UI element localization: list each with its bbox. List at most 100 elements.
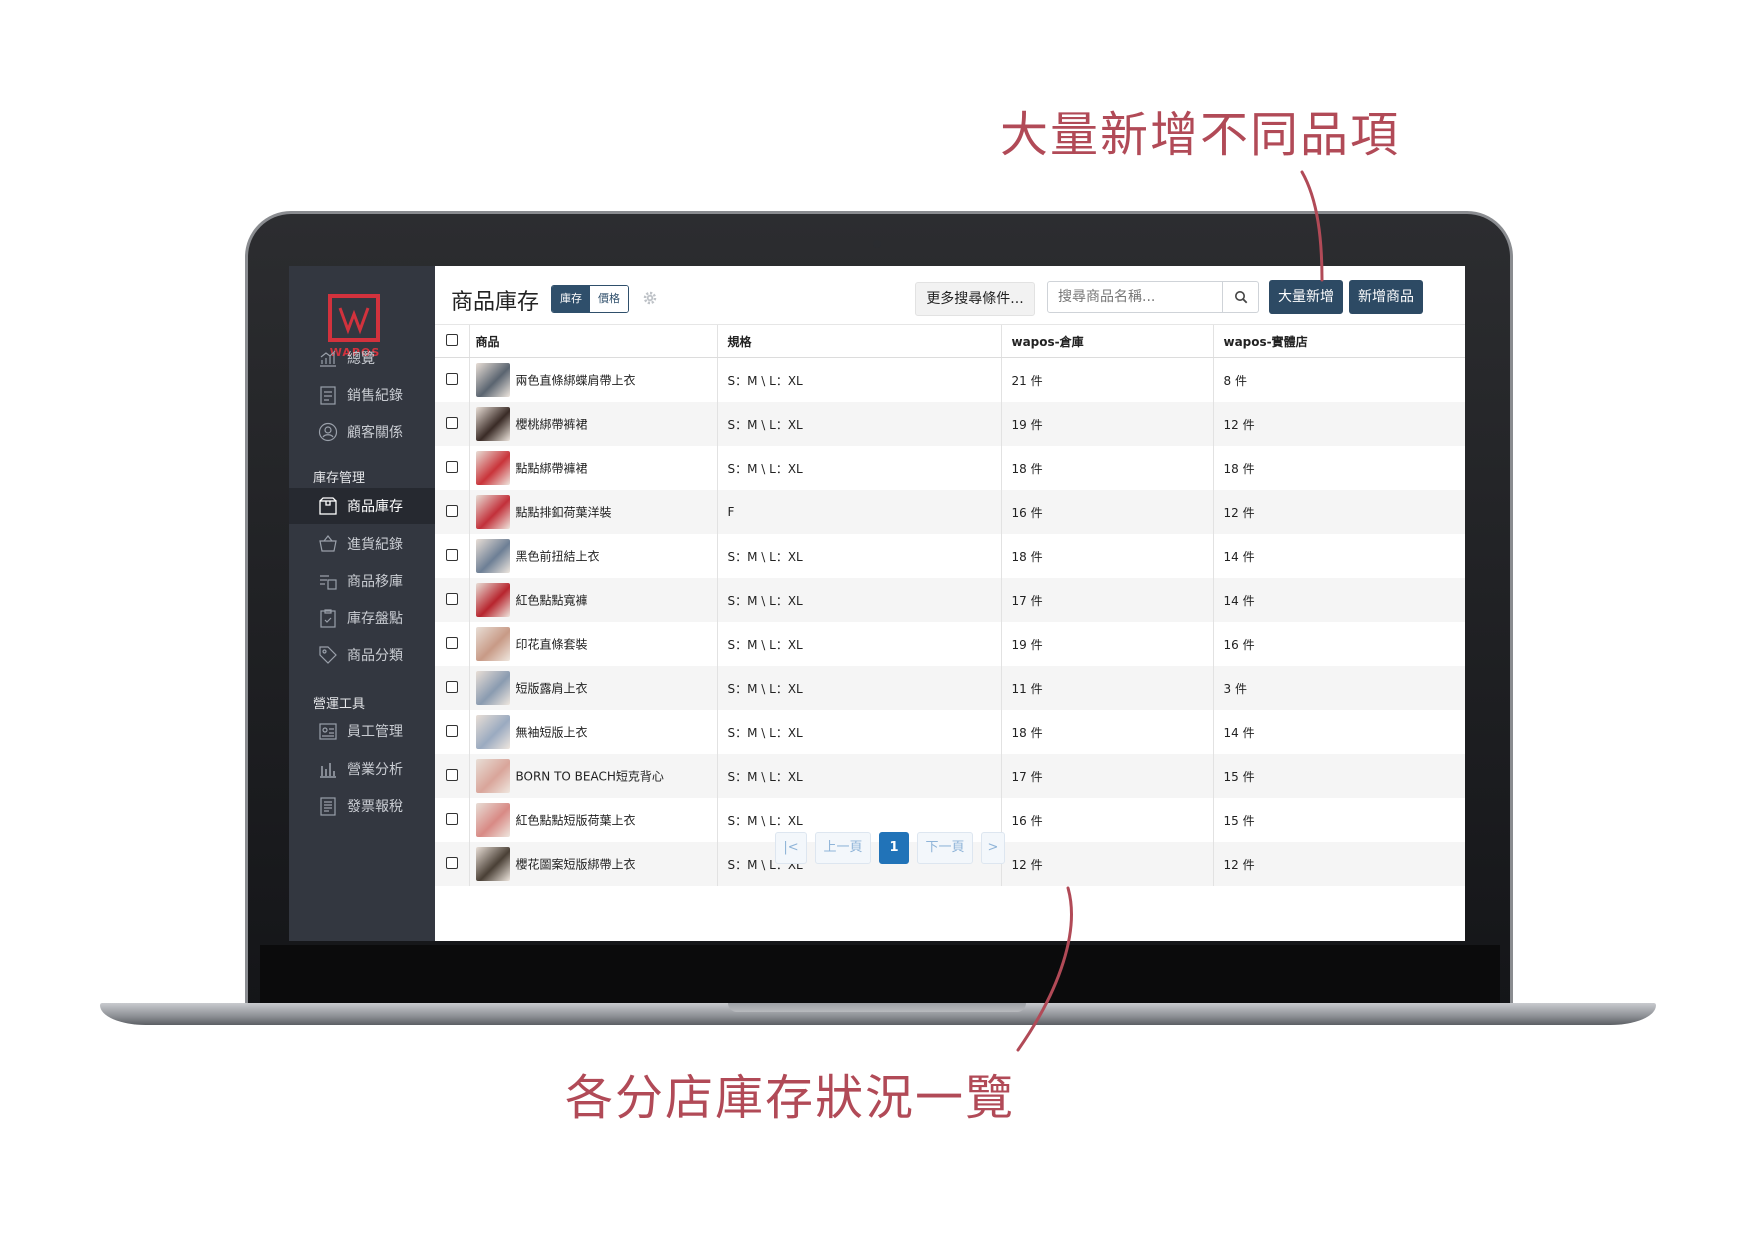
store-stock: 14 件 <box>1212 710 1465 754</box>
row-checkbox[interactable] <box>445 372 458 385</box>
warehouse-stock: 21 件 <box>1000 357 1213 402</box>
app-screen: WAPOS 總覽 銷售紀錄 顧客關係 庫存管理 商品庫存 進貨紀錄 商品移庫 庫… <box>289 266 1465 941</box>
bulk-add-annotation: 大量新增不同品項 <box>1000 107 1401 163</box>
table-row[interactable]: BORN TO BEACH短克背心 S：M \ L：XL 17 件 15 件 <box>435 754 1465 798</box>
sidebar-item-category[interactable]: 商品分類 <box>289 637 435 673</box>
sidebar-item-customers[interactable]: 顧客關係 <box>289 414 435 450</box>
product-name[interactable]: 短版露肩上衣 <box>516 682 588 696</box>
sidebar-item-purchase[interactable]: 進貨紀錄 <box>289 526 435 562</box>
sidebar-item-product-stock[interactable]: 商品庫存 <box>289 488 435 524</box>
sidebar-item-label: 商品移庫 <box>347 574 403 590</box>
warehouse-stock: 16 件 <box>1000 490 1213 534</box>
store-stock: 18 件 <box>1212 446 1465 490</box>
customer-icon <box>318 422 338 442</box>
transfer-icon <box>320 575 337 590</box>
row-checkbox[interactable] <box>445 548 458 561</box>
table-row[interactable]: 短版露肩上衣 S：M \ L：XL 11 件3 件 <box>435 666 1465 710</box>
row-checkbox[interactable] <box>445 724 458 737</box>
gear-icon[interactable] <box>642 290 658 306</box>
table-row[interactable]: 兩色直條綁蝶肩帶上衣 S：M \ L：XL 21 件8 件 <box>435 357 1465 402</box>
warehouse-stock: 11 件 <box>1000 666 1213 710</box>
warehouse-stock: 19 件 <box>1000 622 1213 666</box>
column-warehouse: wapos-倉庫 <box>1000 324 1213 358</box>
product-name[interactable]: 紅色點點短版荷葉上衣 <box>516 814 636 828</box>
column-product: 商品 <box>468 324 717 358</box>
sidebar-item-label: 營業分析 <box>347 762 403 778</box>
product-name[interactable]: 紅色點點寬褲 <box>516 594 588 608</box>
section-inventory: 庫存管理 <box>313 471 366 486</box>
product-spec: S：M \ L：XL <box>716 666 1001 710</box>
column-store: wapos-實體店 <box>1212 324 1465 358</box>
row-checkbox[interactable] <box>445 504 458 517</box>
product-name[interactable]: BORN TO BEACH短克背心 <box>516 770 664 784</box>
chart-icon <box>320 350 336 367</box>
row-checkbox[interactable] <box>445 416 458 429</box>
table-row[interactable]: 黑色前扭結上衣 S：M \ L：XL 18 件 14 件 <box>435 534 1465 578</box>
product-thumbnail <box>475 363 510 397</box>
product-name[interactable]: 點點綁帶褲裙 <box>516 462 588 476</box>
add-product-button[interactable]: 新增商品 <box>1349 280 1423 314</box>
prev-page-button[interactable]: 上一頁 <box>815 832 871 864</box>
search-button[interactable] <box>1223 281 1259 313</box>
product-name[interactable]: 無袖短版上衣 <box>516 726 588 740</box>
product-thumbnail <box>475 407 510 441</box>
laptop-notch <box>728 1003 1026 1012</box>
product-spec: S：M \ L：XL <box>716 357 1001 402</box>
wapos-logo-icon <box>328 294 380 342</box>
search-input[interactable] <box>1047 281 1223 313</box>
store-stock: 14 件 <box>1212 578 1465 622</box>
select-all-checkbox[interactable] <box>445 333 458 346</box>
sidebar-item-label: 商品庫存 <box>347 499 403 515</box>
next-page-button[interactable]: 下一頁 <box>917 832 973 864</box>
sidebar-item-employees[interactable]: 員工管理 <box>289 713 435 749</box>
cart-icon <box>319 535 337 552</box>
sidebar-item-label: 庫存盤點 <box>347 611 403 627</box>
row-checkbox[interactable] <box>445 636 458 649</box>
box-icon <box>319 497 337 515</box>
sidebar-item-analytics[interactable]: 營業分析 <box>289 751 435 787</box>
sidebar-item-stocktake[interactable]: 庫存盤點 <box>289 600 435 636</box>
table-row[interactable]: 櫻桃綁帶裤裙 S：M \ L：XL 19 件 12 件 <box>435 402 1465 446</box>
product-thumbnail <box>475 759 510 793</box>
table-row[interactable]: 紅色點點寬褲 S：M \ L：XL 17 件 14 件 <box>435 578 1465 622</box>
toggle-stock[interactable]: 庫存 <box>552 286 590 312</box>
product-name[interactable]: 印花直條套裝 <box>516 638 588 652</box>
first-page-button[interactable]: |< <box>775 832 807 864</box>
sidebar-item-overview[interactable]: 總覽 <box>289 340 435 376</box>
table-row[interactable]: 點點綁帶褲裙 S：M \ L：XL 18 件 18 件 <box>435 446 1465 490</box>
product-name[interactable]: 點點排釦荷葉洋裝 <box>516 506 612 520</box>
search-icon <box>1234 291 1247 304</box>
more-filters-button[interactable]: 更多搜尋條件... <box>915 282 1035 316</box>
clipboard-icon <box>320 609 336 628</box>
row-checkbox[interactable] <box>445 460 458 473</box>
sidebar-item-transfer[interactable]: 商品移庫 <box>289 563 435 599</box>
table-row[interactable]: 點點排釦荷葉洋裝 F 16 件 12 件 <box>435 490 1465 534</box>
product-spec: S：M \ L：XL <box>716 578 1001 622</box>
warehouse-stock: 18 件 <box>1000 534 1213 578</box>
row-checkbox[interactable] <box>445 812 458 825</box>
product-thumbnail <box>475 451 510 485</box>
bulk-add-button[interactable]: 大量新增 <box>1269 280 1343 314</box>
bar-chart-icon <box>320 763 336 778</box>
product-spec: S：M \ L：XL <box>716 534 1001 578</box>
toggle-price[interactable]: 價格 <box>590 286 628 312</box>
table-row[interactable]: 無袖短版上衣 S：M \ L：XL 18 件 14 件 <box>435 710 1465 754</box>
product-name[interactable]: 兩色直條綁蝶肩帶上衣 <box>516 374 636 388</box>
row-checkbox[interactable] <box>445 768 458 781</box>
product-thumbnail <box>475 627 510 661</box>
product-name[interactable]: 櫻桃綁帶裤裙 <box>516 418 588 432</box>
page-title: 商品庫存 <box>451 290 540 315</box>
row-checkbox[interactable] <box>445 592 458 605</box>
view-toggle: 庫存 價格 <box>551 285 629 313</box>
product-spec: S：M \ L：XL <box>716 622 1001 666</box>
sidebar-item-invoice[interactable]: 發票報稅 <box>289 788 435 824</box>
current-page-button[interactable]: 1 <box>879 832 909 864</box>
row-checkbox[interactable] <box>445 680 458 693</box>
inventory-table: 商品 規格 wapos-倉庫 wapos-實體店 兩色直條綁蝶肩帶上衣 S：M \… <box>435 324 1465 886</box>
sidebar-item-sales[interactable]: 銷售紀錄 <box>289 377 435 413</box>
product-thumbnail <box>475 583 510 617</box>
table-row[interactable]: 印花直條套裝 S：M \ L：XL 19 件 16 件 <box>435 622 1465 666</box>
last-page-button[interactable]: > <box>981 832 1005 864</box>
sidebar-item-label: 總覽 <box>347 351 375 367</box>
product-name[interactable]: 黑色前扭結上衣 <box>516 550 600 564</box>
